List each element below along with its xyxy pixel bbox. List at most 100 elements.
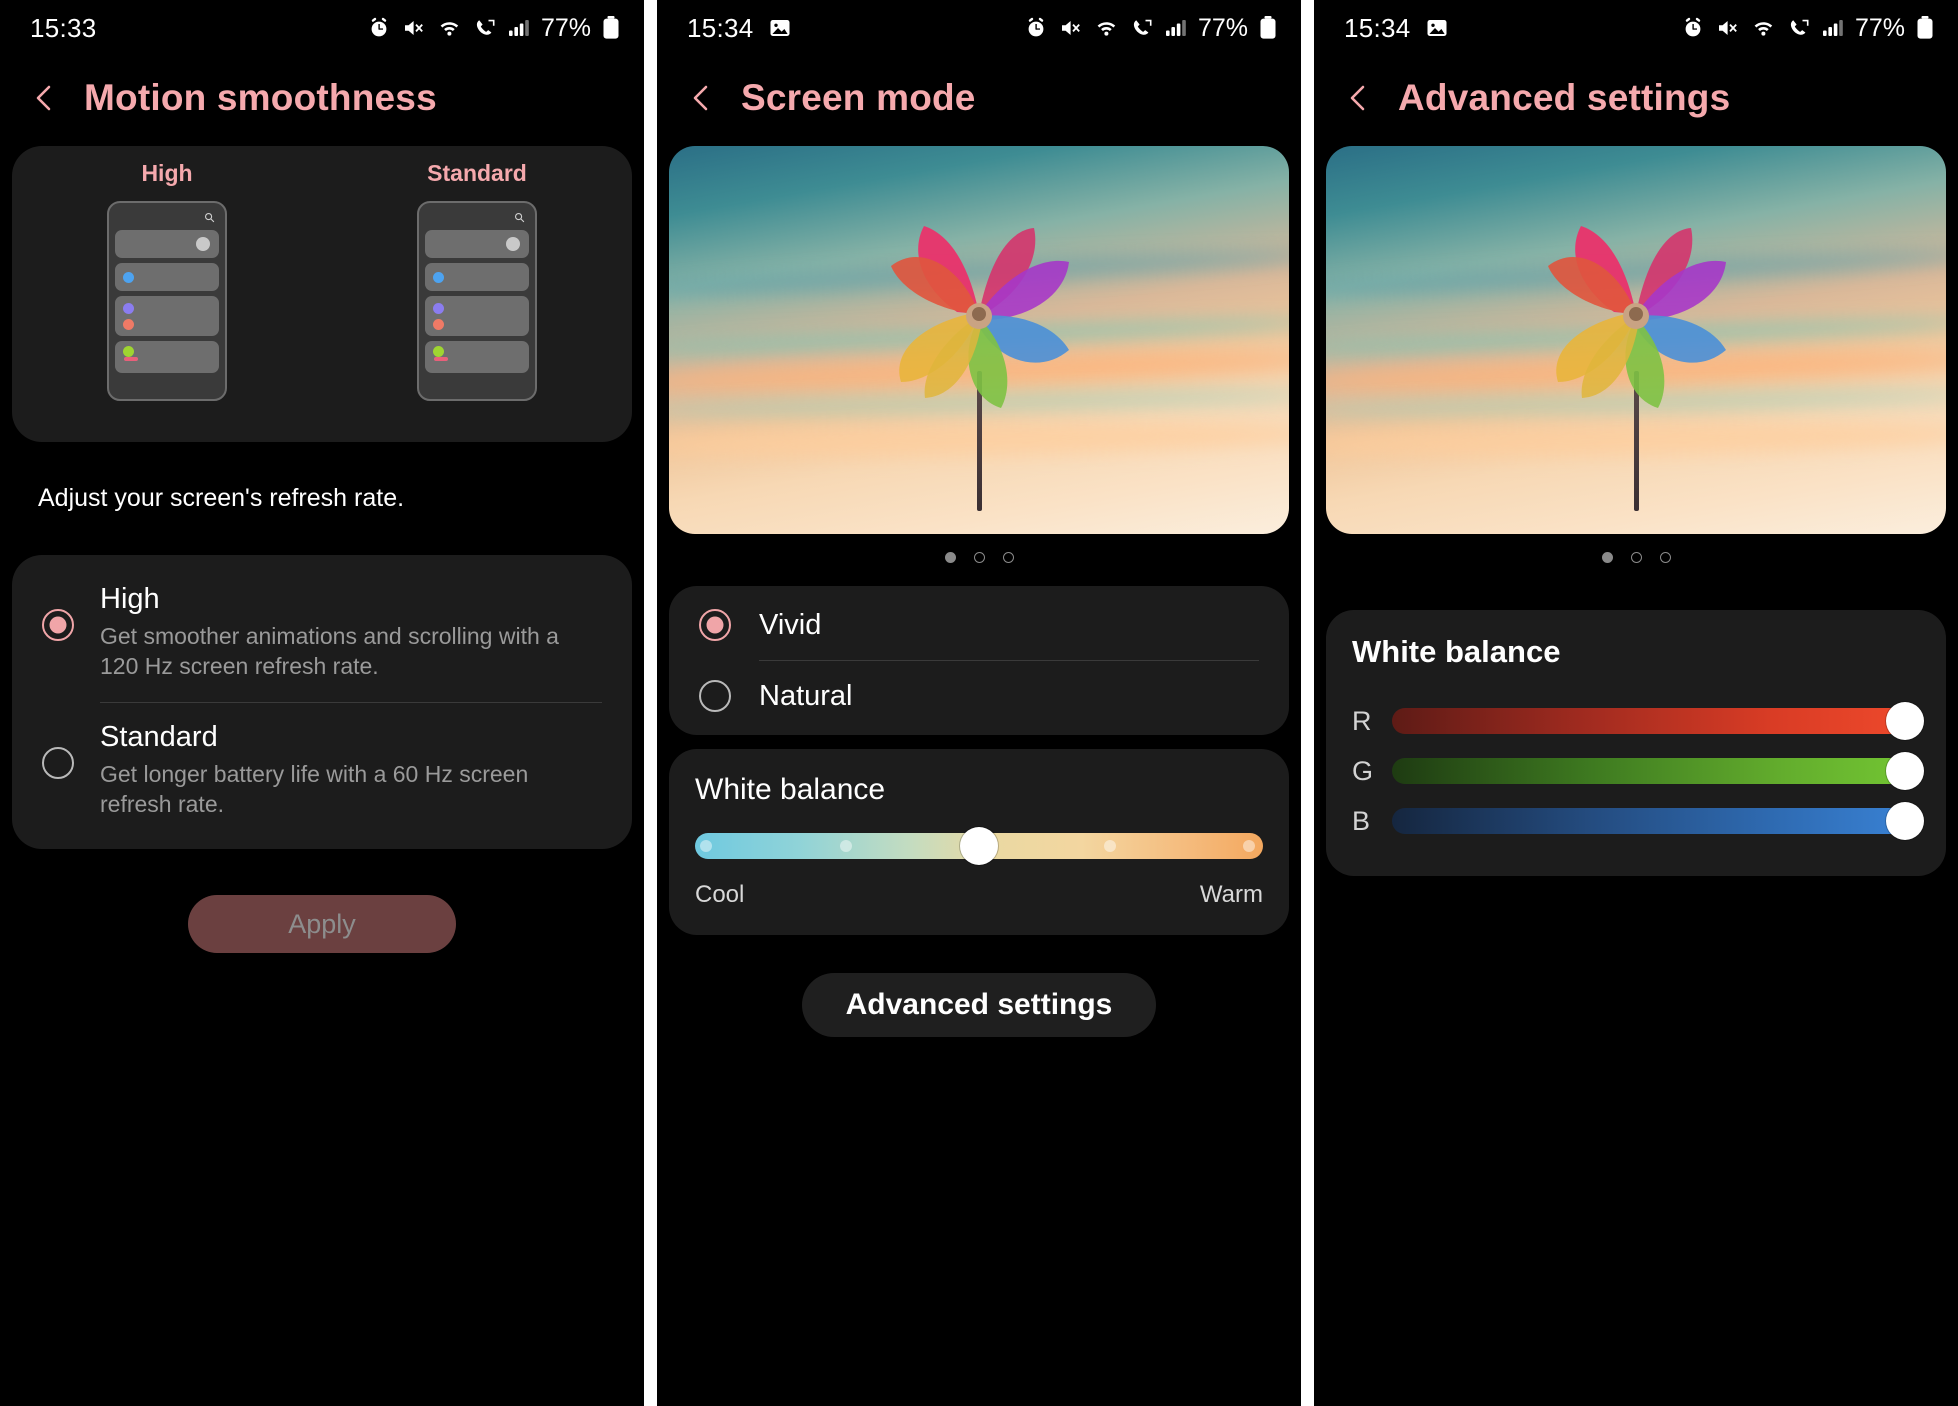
title-bar-2: Screen mode (657, 56, 1301, 140)
mini-row (425, 230, 529, 258)
advanced-settings-wrap: Advanced settings (657, 973, 1301, 1037)
rgb-thumb-blue[interactable] (1886, 802, 1924, 840)
rgb-thumb-red[interactable] (1886, 702, 1924, 740)
radio-high[interactable] (42, 609, 74, 641)
option-row-high[interactable]: High Get smoother animations and scrolli… (12, 561, 632, 702)
call-forward-icon (1787, 16, 1811, 40)
rgb-label-green: G (1352, 755, 1374, 786)
wifi-icon (1751, 16, 1776, 40)
title-bar-3: Advanced settings (1314, 56, 1958, 140)
pager-dot-1[interactable] (1601, 551, 1613, 563)
option-text-high: High Get smoother animations and scrolli… (100, 583, 602, 682)
mini-dot (433, 346, 444, 357)
battery-icon (1916, 15, 1934, 41)
white-balance-title: White balance (695, 773, 886, 806)
refresh-rate-hint: Adjust your screen's refresh rate. (38, 484, 405, 512)
alarm-icon (1024, 16, 1048, 40)
mode-row-natural[interactable]: Natural (669, 661, 1289, 731)
screen-advanced-settings: 15:34 77% Advanced settings White balanc… (1314, 0, 1958, 1406)
radio-natural[interactable] (699, 680, 731, 712)
screenshot-root: 15:33 77% Motion smoothness High Standar… (0, 0, 1958, 1406)
radio-standard[interactable] (42, 746, 74, 779)
call-forward-icon (1130, 16, 1154, 40)
pager-dot-1[interactable] (944, 551, 956, 563)
mini-dot (123, 302, 134, 314)
mini-row (425, 263, 529, 291)
advanced-settings-button[interactable]: Advanced settings (801, 973, 1157, 1037)
mini-phone-mockup-standard (417, 201, 537, 401)
mini-accent-bar (124, 357, 138, 361)
refresh-rate-options: High Get smoother animations and scrolli… (12, 555, 632, 850)
page-title: Screen mode (741, 77, 976, 118)
pinwheel-image (1548, 226, 1726, 409)
pager-dot-2[interactable] (1630, 551, 1642, 563)
rgb-slider-green[interactable] (1392, 752, 1924, 790)
pager-dot-3[interactable] (1659, 551, 1671, 563)
refresh-rate-preview-card: High Standard (12, 146, 632, 442)
white-balance-thumb[interactable] (960, 827, 998, 865)
rgb-slider-red[interactable] (1392, 702, 1924, 740)
signal-icon (508, 16, 530, 40)
radio-vivid[interactable] (699, 609, 731, 641)
rgb-label-blue: B (1352, 805, 1371, 836)
pinwheel-image (891, 226, 1069, 409)
option-title-standard: Standard (100, 720, 218, 753)
screen-motion-smoothness: 15:33 77% Motion smoothness High Standar… (0, 0, 644, 1406)
mini-dot (433, 271, 444, 283)
mode-label-natural: Natural (759, 679, 853, 712)
pager-dot-2[interactable] (973, 551, 985, 563)
option-text-standard: Standard Get longer battery life with a … (100, 721, 602, 820)
mini-dot (506, 237, 520, 251)
rgb-label-red: R (1352, 705, 1372, 736)
preview-pager[interactable] (657, 534, 1301, 580)
advanced-preview-image (1326, 146, 1946, 534)
alarm-icon (1681, 16, 1705, 40)
rgb-row-blue[interactable]: B (1352, 796, 1924, 846)
white-balance-cool-label: Cool (695, 881, 745, 908)
option-title-high: High (100, 583, 160, 615)
slider-tick (839, 840, 852, 852)
preview-pager[interactable] (1314, 534, 1958, 580)
mini-row (425, 296, 529, 336)
rgb-row-red[interactable]: R (1352, 696, 1924, 746)
status-icons: 77% (367, 14, 620, 43)
status-icons: 77% (1024, 14, 1277, 43)
mini-row (115, 263, 219, 291)
option-desc-standard: Get longer battery life with a 60 Hz scr… (100, 760, 529, 818)
mini-row (115, 296, 219, 336)
apply-button[interactable]: Apply (188, 895, 456, 954)
slider-tick (1103, 840, 1116, 852)
mode-row-vivid[interactable]: Vivid (669, 590, 1289, 660)
rgb-slider-blue[interactable] (1392, 802, 1924, 840)
pager-dot-3[interactable] (1002, 551, 1014, 563)
white-balance-card: White balance Cool Warm (669, 749, 1289, 935)
back-chevron-icon[interactable] (1342, 81, 1376, 115)
battery-percent: 77% (540, 13, 591, 42)
mini-dot (123, 346, 134, 357)
wifi-icon (437, 16, 462, 40)
mini-dot (433, 302, 444, 314)
battery-icon (602, 15, 620, 41)
mini-dot (123, 271, 134, 283)
signal-icon (1822, 16, 1844, 40)
option-row-standard[interactable]: Standard Get longer battery life with a … (12, 703, 632, 840)
mini-dot (123, 318, 134, 330)
rgb-thumb-green[interactable] (1886, 752, 1924, 790)
status-bar: 15:34 77% (1314, 0, 1958, 56)
mute-icon (402, 16, 426, 40)
rgb-row-green[interactable]: G (1352, 746, 1924, 796)
white-balance-slider[interactable] (695, 827, 1263, 865)
back-chevron-icon[interactable] (685, 81, 719, 115)
page-title: Advanced settings (1398, 77, 1731, 118)
mini-row (115, 230, 219, 258)
title-bar-1: Motion smoothness (0, 56, 644, 140)
mini-dot (433, 318, 444, 330)
wifi-icon (1094, 16, 1119, 40)
status-time: 15:33 (30, 12, 97, 43)
white-balance-warm-label: Warm (1199, 881, 1263, 908)
battery-percent: 77% (1854, 13, 1905, 42)
back-chevron-icon[interactable] (28, 81, 62, 115)
battery-percent: 77% (1197, 13, 1248, 42)
mini-row (115, 341, 219, 373)
mini-dot (196, 237, 210, 251)
